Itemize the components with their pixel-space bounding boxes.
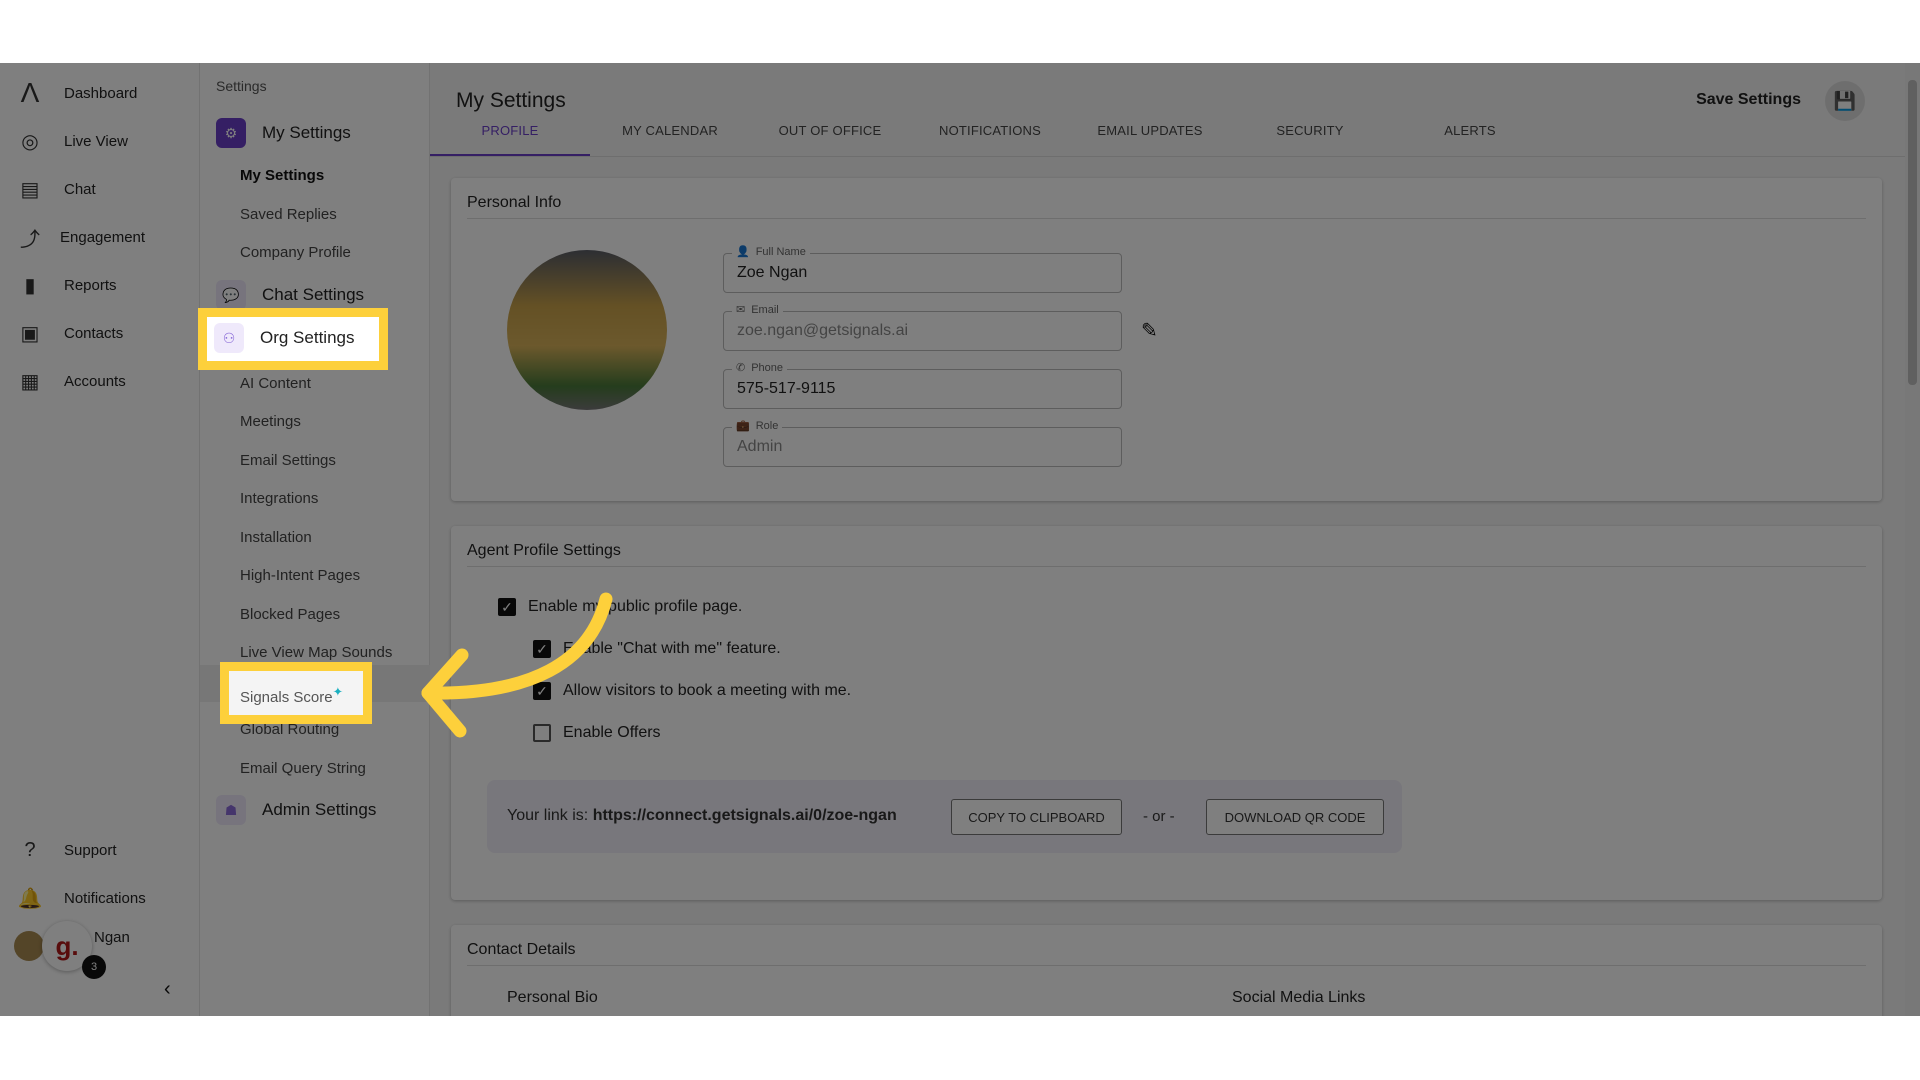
sidebar-item-signals-score[interactable]: Signals Score✦ <box>240 684 343 706</box>
org-settings-highlight[interactable]: ⚇ Org Settings <box>198 308 388 370</box>
org-settings-header[interactable]: ⚇ Org Settings <box>214 323 355 353</box>
dim-overlay <box>0 63 1920 1016</box>
signals-score-highlight[interactable]: Signals Score✦ <box>220 662 372 724</box>
app: ΛDashboard ◎Live View ▤Chat ⤴Engagement … <box>0 63 1920 1016</box>
org-chart-icon: ⚇ <box>214 323 244 353</box>
sparkle-icon: ✦ <box>332 685 344 699</box>
